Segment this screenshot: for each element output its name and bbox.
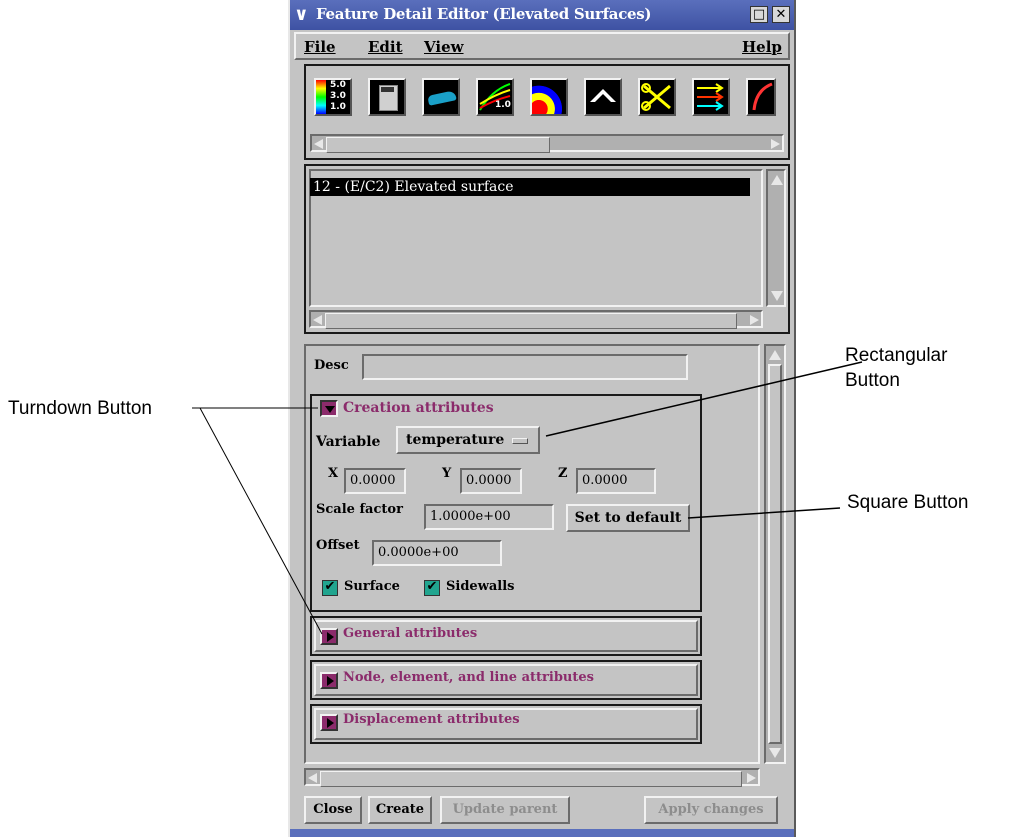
leader-square bbox=[687, 507, 841, 519]
annotation-leader-lines bbox=[192, 361, 863, 635]
leader-rectangular bbox=[545, 361, 863, 437]
leader-turndown-to-general bbox=[199, 407, 323, 635]
